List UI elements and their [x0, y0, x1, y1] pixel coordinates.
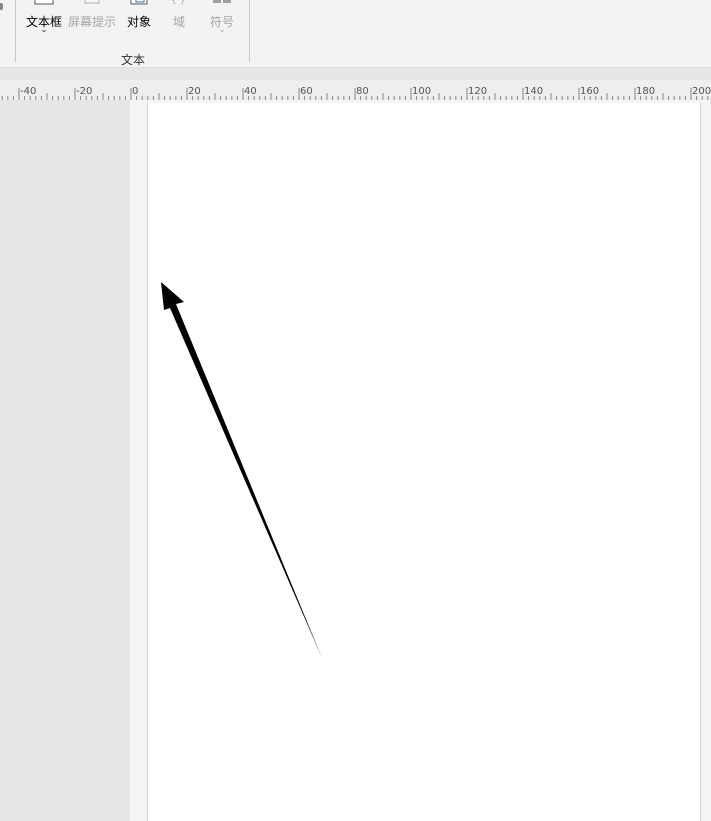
arrow-shape[interactable] — [0, 0, 711, 821]
arrow-shape-body — [161, 282, 322, 658]
